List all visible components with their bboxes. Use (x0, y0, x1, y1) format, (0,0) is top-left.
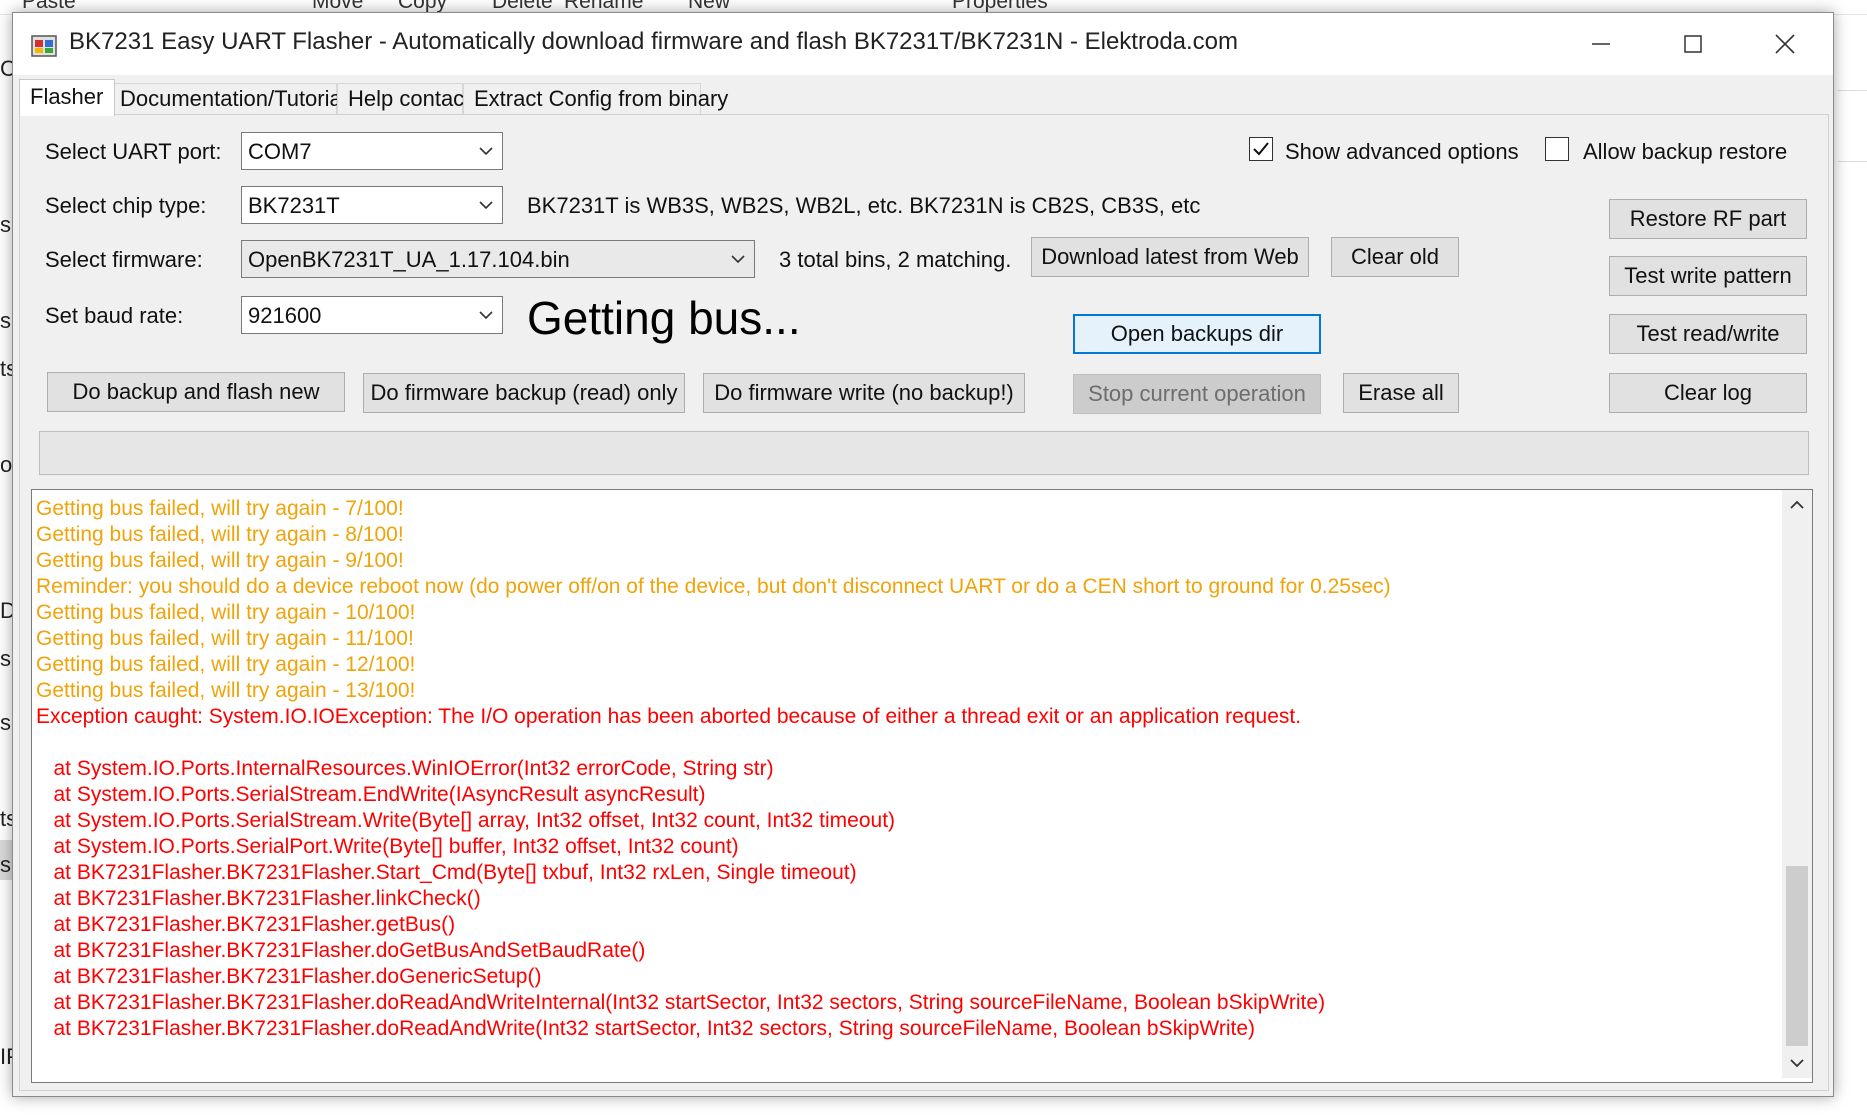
close-icon (1775, 34, 1795, 54)
chevron-down-icon (1790, 1059, 1804, 1068)
log-line: at System.IO.Ports.SerialStream.Write(By… (36, 809, 896, 832)
minimize-icon (1592, 43, 1610, 45)
log-lines: Getting bus failed, will try again - 7/1… (36, 496, 1776, 1042)
close-button[interactable] (1739, 13, 1831, 75)
allow-restore-label: Allow backup restore (1583, 139, 1788, 164)
log-line: at System.IO.Ports.InternalResources.Win… (36, 757, 774, 780)
log-line: at BK7231Flasher.BK7231Flasher.doGeneric… (36, 965, 542, 988)
checkmark-icon (1253, 142, 1269, 156)
scroll-down-button[interactable] (1782, 1048, 1812, 1078)
firmware-label: Select firmware: (45, 247, 203, 272)
test-write-pattern-button[interactable]: Test write pattern (1609, 256, 1807, 296)
log-line: Getting bus failed, will try again - 7/1… (36, 497, 404, 520)
tab-documentation[interactable]: Documentation/Tutorials (109, 83, 358, 114)
bg-fragment: s (0, 212, 11, 237)
baud-rate-label: Set baud rate: (45, 303, 184, 328)
log-line: Getting bus failed, will try again - 10/… (36, 601, 416, 624)
uart-port-value: COM7 (248, 139, 312, 164)
log-line: at BK7231Flasher.BK7231Flasher.doReadAnd… (36, 1017, 1256, 1040)
uart-port-select[interactable]: COM7 (241, 132, 503, 170)
chevron-down-icon (479, 201, 493, 210)
restore-rf-button[interactable]: Restore RF part (1609, 199, 1807, 239)
log-line: Reminder: you should do a device reboot … (36, 575, 1391, 598)
log-line: Exception caught: System.IO.IOException:… (36, 705, 1302, 728)
log-line: Getting bus failed, will try again - 13/… (36, 679, 416, 702)
chevron-down-icon (479, 147, 493, 156)
erase-all-button[interactable]: Erase all (1343, 373, 1459, 413)
log-line: at BK7231Flasher.BK7231Flasher.doReadAnd… (36, 991, 1326, 1014)
firmware-value: OpenBK7231T_UA_1.17.104.bin (248, 247, 570, 272)
title-bar[interactable]: BK7231 Easy UART Flasher - Automatically… (13, 13, 1833, 75)
stop-operation-button[interactable]: Stop current operation (1073, 374, 1321, 414)
backup-and-flash-button[interactable]: Do backup and flash new (47, 372, 345, 412)
background-panel-edge (1838, 90, 1867, 162)
uart-port-label: Select UART port: (45, 139, 222, 164)
show-advanced-checkbox[interactable] (1249, 137, 1273, 161)
log-scrollbar[interactable] (1782, 490, 1812, 1078)
baud-rate-value: 921600 (248, 303, 322, 328)
log-output[interactable]: Getting bus failed, will try again - 7/1… (31, 489, 1813, 1083)
allow-restore-checkbox[interactable] (1545, 137, 1569, 161)
bg-fragment: s (0, 852, 11, 877)
baud-rate-select[interactable]: 921600 (241, 296, 503, 334)
chip-type-select[interactable]: BK7231T (241, 186, 503, 224)
chip-info-text: BK7231T is WB3S, WB2S, WB2L, etc. BK7231… (527, 193, 1201, 218)
bg-fragment: s (0, 308, 11, 333)
clear-log-button[interactable]: Clear log (1609, 373, 1807, 413)
chip-type-value: BK7231T (248, 193, 340, 218)
bg-fragment: s (0, 646, 11, 671)
test-read-write-button[interactable]: Test read/write (1609, 314, 1807, 354)
scroll-up-button[interactable] (1782, 490, 1812, 520)
tab-extract-config[interactable]: Extract Config from binary (463, 83, 728, 114)
chip-type-label: Select chip type: (45, 193, 207, 218)
tab-help-contact[interactable]: Help contact (337, 83, 470, 114)
app-window: BK7231 Easy UART Flasher - Automatically… (12, 12, 1834, 1097)
write-no-backup-button[interactable]: Do firmware write (no backup!) (703, 373, 1025, 413)
log-line: Getting bus failed, will try again - 8/1… (36, 523, 404, 546)
maximize-button[interactable] (1647, 13, 1739, 75)
scroll-thumb[interactable] (1786, 866, 1808, 1046)
log-line: at System.IO.Ports.SerialPort.Write(Byte… (36, 835, 739, 858)
bins-info-text: 3 total bins, 2 matching. (779, 247, 1012, 272)
chevron-down-icon (479, 311, 493, 320)
log-line: at BK7231Flasher.BK7231Flasher.linkCheck… (36, 887, 481, 910)
clear-old-button[interactable]: Clear old (1331, 237, 1459, 277)
tab-flasher[interactable]: Flasher (19, 79, 115, 116)
log-line: at System.IO.Ports.SerialStream.EndWrite… (36, 783, 706, 806)
log-line: at BK7231Flasher.BK7231Flasher.Start_Cmd… (36, 861, 857, 884)
log-line: Getting bus failed, will try again - 9/1… (36, 549, 404, 572)
window-title: BK7231 Easy UART Flasher - Automatically… (69, 28, 1239, 55)
bg-fragment: s (0, 710, 11, 735)
open-backups-dir-button[interactable]: Open backups dir (1073, 314, 1321, 354)
download-latest-button[interactable]: Download latest from Web (1031, 237, 1309, 277)
log-line: Getting bus failed, will try again - 12/… (36, 653, 416, 676)
maximize-icon (1684, 35, 1702, 53)
status-text: Getting bus... (527, 292, 801, 344)
log-line: at BK7231Flasher.BK7231Flasher.getBus() (36, 913, 456, 936)
show-advanced-label: Show advanced options (1285, 139, 1519, 164)
log-line: Getting bus failed, will try again - 11/… (36, 627, 414, 650)
log-line: at BK7231Flasher.BK7231Flasher.doGetBusA… (36, 939, 646, 962)
app-icon (31, 35, 57, 57)
chevron-up-icon (1790, 500, 1804, 509)
minimize-button[interactable] (1555, 13, 1647, 75)
chevron-down-icon (731, 255, 745, 264)
progress-bar (39, 431, 1809, 475)
firmware-select[interactable]: OpenBK7231T_UA_1.17.104.bin (241, 240, 755, 278)
backup-only-button[interactable]: Do firmware backup (read) only (363, 373, 685, 413)
